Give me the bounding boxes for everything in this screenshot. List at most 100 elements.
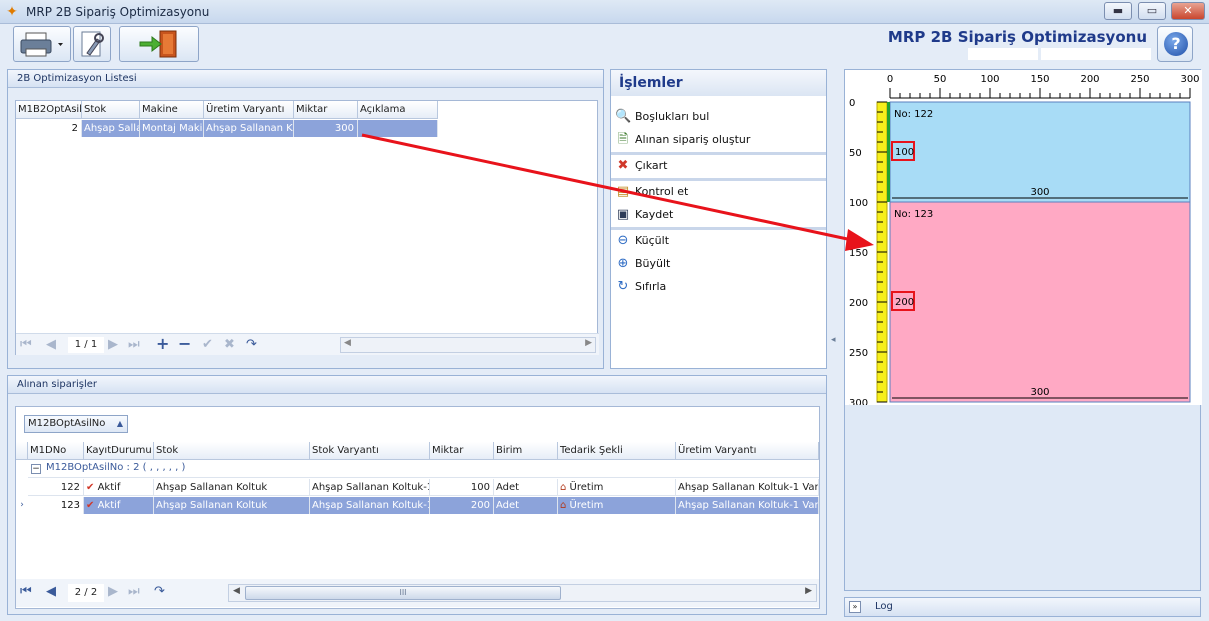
zoom-in-button[interactable]: ⊕ Büyült <box>615 254 823 274</box>
row-birim: Adet <box>494 497 558 514</box>
group-row[interactable]: − M12BOptAsilNo : 2 ( , , , , , ) <box>28 461 819 478</box>
check-button[interactable]: ▤ Kontrol et <box>615 182 823 202</box>
top-ruler-label: 50 <box>934 74 947 85</box>
prev-page-icon[interactable]: ◀ <box>46 337 56 353</box>
row-indicator-header <box>16 442 28 460</box>
scroll-right-icon[interactable]: ▶ <box>585 338 592 348</box>
close-button[interactable]: ✕ <box>1171 2 1205 20</box>
piece-width-label: 300 <box>1030 387 1049 398</box>
table-row[interactable]: 122 ✔ Aktif Ahşap Sallanan Koltuk Ahşap … <box>28 479 819 496</box>
window-title: MRP 2B Sipariş Optimizasyonu <box>26 5 210 19</box>
help-icon: ? <box>1164 32 1188 56</box>
first-page-icon[interactable]: ⏮ <box>20 584 32 600</box>
check-icon: ✔ <box>86 482 95 493</box>
divider <box>611 152 826 155</box>
column-header[interactable]: Tedarik Şekli <box>558 442 676 460</box>
floppy-save-icon: ▣ <box>616 207 630 222</box>
column-header[interactable]: Birim <box>494 442 558 460</box>
row-tedarik: ⌂ Üretim <box>558 479 676 496</box>
help-button[interactable]: ? <box>1157 26 1193 62</box>
exit-button[interactable] <box>119 26 199 62</box>
expand-log-icon[interactable]: » <box>849 601 861 613</box>
next-page-icon[interactable]: ▶ <box>108 337 118 353</box>
column-header[interactable]: Miktar <box>430 442 494 460</box>
find-gaps-button[interactable]: 🔍 Boşlukları bul <box>615 107 823 127</box>
op-label: Büyült <box>635 257 671 270</box>
refresh-icon[interactable]: ↷ <box>246 337 257 353</box>
group-by-field-chip[interactable]: M12BOptAsilNo ▲ <box>24 415 128 433</box>
last-page-icon[interactable]: ⏭ <box>128 337 140 353</box>
table-row[interactable]: 123 ✔ Aktif Ahşap Sallanan Koltuk Ahşap … <box>28 497 819 514</box>
column-header[interactable]: Stok <box>154 442 310 460</box>
reset-button[interactable]: ↻ Sıfırla <box>615 277 823 297</box>
next-page-icon[interactable]: ▶ <box>108 584 118 600</box>
log-bar[interactable]: » Log <box>844 597 1201 617</box>
sort-ascending-icon: ▲ <box>116 419 123 428</box>
column-header[interactable]: M1B2OptAsil <box>16 101 82 119</box>
scroll-left-icon[interactable]: ◀ <box>233 586 240 596</box>
layout-canvas-panel: 0 50 100 150 200 250 300 0 50 100 150 200 250 300 No… <box>844 69 1202 591</box>
cancel-edit-icon[interactable]: ✖ <box>224 337 235 353</box>
minimize-button[interactable]: ▬ <box>1104 2 1132 20</box>
magnifier-icon: 🔍 <box>615 109 632 124</box>
row-birim: Adet <box>494 479 558 496</box>
page-indicator: 2 / 2 <box>68 584 104 602</box>
header-field-2 <box>1041 48 1151 60</box>
horizontal-scrollbar[interactable]: ◀ III ▶ <box>228 584 817 602</box>
header-field-1 <box>968 48 1038 60</box>
zoom-out-button[interactable]: ⊖ Küçült <box>615 231 823 251</box>
column-header[interactable]: Miktar <box>294 101 358 119</box>
column-header[interactable]: Stok Varyantı <box>310 442 430 460</box>
add-record-icon[interactable]: + <box>156 336 169 352</box>
column-header[interactable]: Açıklama <box>358 101 438 119</box>
cutting-layout-view[interactable]: 0 50 100 150 200 250 300 0 50 100 150 200 250 300 No… <box>845 70 1202 409</box>
op-label: Sıfırla <box>635 280 667 293</box>
save-button[interactable]: ▣ Kaydet <box>615 205 823 225</box>
delete-record-icon[interactable]: − <box>178 336 191 352</box>
table-row[interactable]: 2 Ahşap Salla Montaj Makin Ahşap Sallana… <box>16 120 438 137</box>
remove-button[interactable]: ✖ Çıkart <box>615 156 823 176</box>
column-header[interactable]: Üretim Varyantı <box>204 101 294 119</box>
column-header[interactable]: M1DNo <box>28 442 84 460</box>
piece-width-label: 300 <box>1030 187 1049 198</box>
row-no: 123 <box>28 497 84 514</box>
page-indicator: 1 / 1 <box>68 337 104 353</box>
splitter-collapse-icon[interactable]: ◂ <box>831 335 836 345</box>
top-ruler-label: 150 <box>1030 74 1049 85</box>
column-header[interactable]: Üretim Varyantı <box>676 442 819 460</box>
print-button[interactable] <box>13 26 71 62</box>
current-row-indicator-icon: › <box>20 500 24 510</box>
check-icon: ✔ <box>86 500 95 511</box>
row-status: ✔ Aktif <box>84 497 154 514</box>
row-id: 2 <box>16 120 82 137</box>
create-order-button[interactable]: 🗎 Alınan sipariş oluştur <box>615 130 823 150</box>
column-header[interactable]: Stok <box>82 101 140 119</box>
row-variant: Ahşap Sallanan Koltuk-1 <box>310 497 430 514</box>
maximize-button[interactable]: ▭ <box>1138 2 1166 20</box>
divider <box>611 178 826 181</box>
collapse-group-icon[interactable]: − <box>31 464 41 474</box>
column-header[interactable]: Makine <box>140 101 204 119</box>
settings-button[interactable] <box>73 26 111 62</box>
row-variant: Ahşap Sallanan Koltuk-1 <box>310 479 430 496</box>
row-aciklama <box>358 120 438 137</box>
row-stok: Ahşap Sallanan Koltuk <box>154 497 310 514</box>
last-page-icon[interactable]: ⏭ <box>128 584 140 600</box>
scroll-thumb[interactable]: III <box>245 586 561 600</box>
row-stok: Ahşap Sallanan Koltuk <box>154 479 310 496</box>
first-page-icon[interactable]: ⏮ <box>20 337 32 353</box>
confirm-edit-icon[interactable]: ✔ <box>202 337 213 353</box>
row-status: ✔ Aktif <box>84 479 154 496</box>
status-text: Aktif <box>97 482 121 493</box>
refresh-icon[interactable]: ↷ <box>154 584 165 600</box>
prev-page-icon[interactable]: ◀ <box>46 584 56 600</box>
scroll-left-icon[interactable]: ◀ <box>344 338 351 348</box>
row-miktar: 100 <box>430 479 494 496</box>
left-ruler-label: 250 <box>849 348 868 359</box>
printer-icon <box>20 32 63 57</box>
divider <box>611 227 826 230</box>
horizontal-scrollbar[interactable]: ◀ ▶ <box>340 337 596 353</box>
scroll-right-icon[interactable]: ▶ <box>805 586 812 596</box>
column-header[interactable]: KayıtDurumu <box>84 442 154 460</box>
top-ruler-label: 100 <box>980 74 999 85</box>
